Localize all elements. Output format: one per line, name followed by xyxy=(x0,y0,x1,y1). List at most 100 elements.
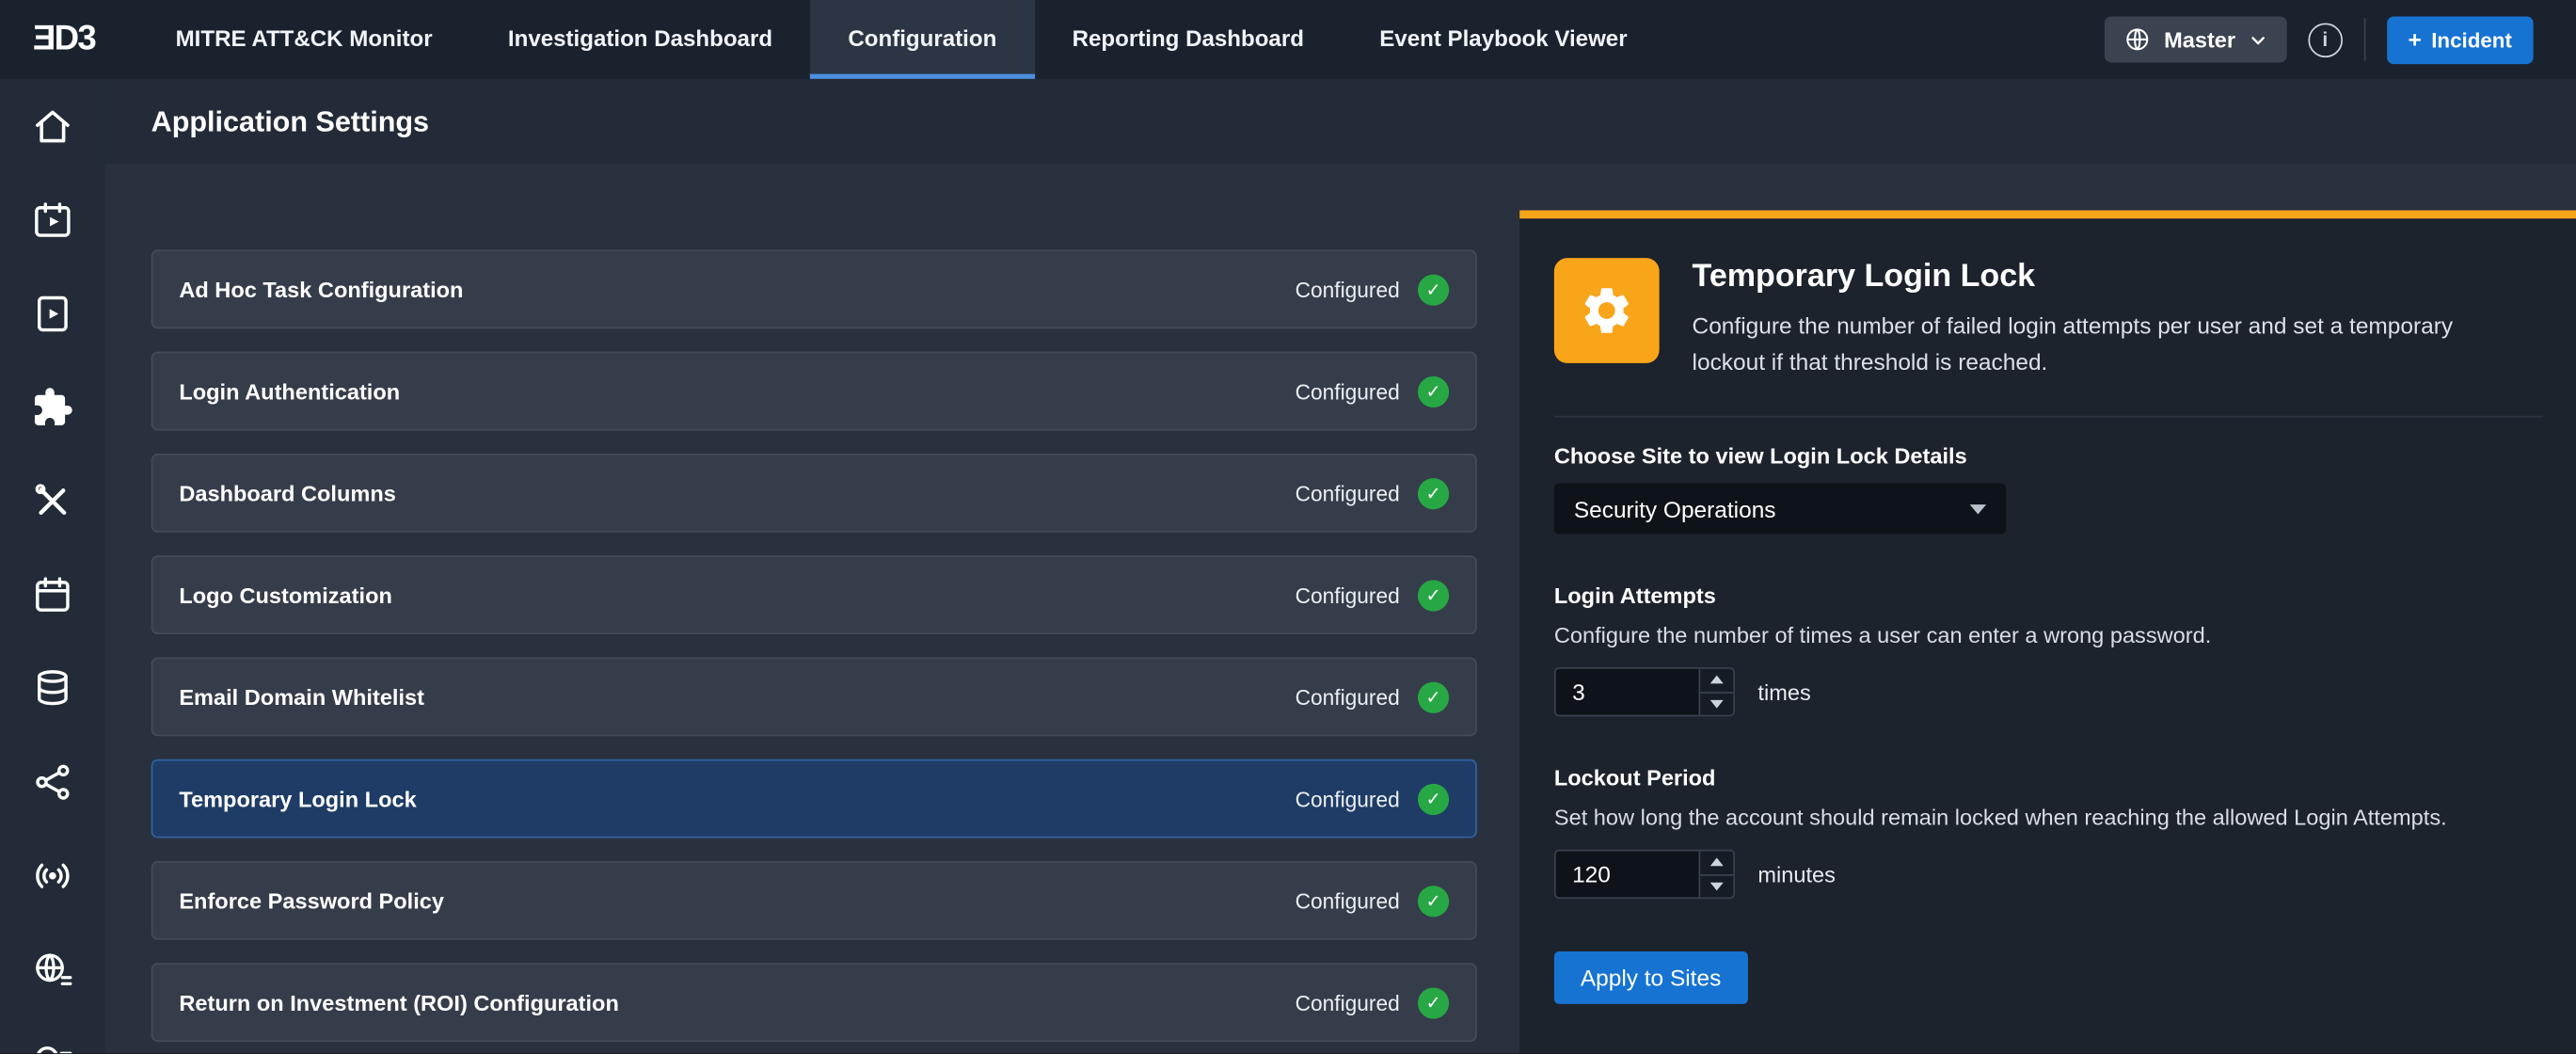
settings-row[interactable]: Email Domain Whitelist Configured xyxy=(151,657,1477,736)
apply-to-sites-button[interactable]: Apply to Sites xyxy=(1554,951,1747,1004)
lockout-period-input[interactable] xyxy=(1556,852,1699,898)
login-attempts-help: Configure the number of times a user can… xyxy=(1554,623,2543,647)
login-attempts-input[interactable] xyxy=(1556,669,1699,715)
spinner-down-icon[interactable] xyxy=(1700,873,1733,897)
configured-check-icon xyxy=(1418,477,1449,508)
details-panel: Temporary Login Lock Configure the numbe… xyxy=(1519,211,2576,1054)
sidebar-item-network[interactable] xyxy=(0,735,105,829)
details-header: Temporary Login Lock Configure the numbe… xyxy=(1554,258,2543,418)
login-attempts-label: Login Attempts xyxy=(1554,583,2543,608)
setting-row-status: Configured xyxy=(1296,684,1400,709)
settings-row[interactable]: Temporary Login Lock Configured xyxy=(151,759,1477,838)
configured-check-icon xyxy=(1418,987,1449,1018)
left-sidebar xyxy=(0,79,105,1054)
configured-check-icon xyxy=(1418,681,1449,712)
page-header: Application Settings xyxy=(105,79,2576,165)
setting-row-label: Logo Customization xyxy=(179,583,392,607)
lockout-period-group: minutes xyxy=(1554,850,2543,899)
app-window: ƎD3 MITRE ATT&CK Monitor Investigation D… xyxy=(0,0,2576,1054)
top-navbar: ƎD3 MITRE ATT&CK Monitor Investigation D… xyxy=(0,0,2576,79)
setting-icon-tile xyxy=(1554,258,1660,363)
details-description: Configure the number of failed login att… xyxy=(1693,308,2478,380)
spinner-up-icon[interactable] xyxy=(1700,852,1733,874)
content-area: Ad Hoc Task Configuration Configured Log… xyxy=(105,165,2576,1054)
setting-row-status: Configured xyxy=(1296,888,1400,913)
setting-row-status-wrap: Configured xyxy=(1296,375,1449,407)
configured-check-icon xyxy=(1418,375,1449,407)
setting-row-status-wrap: Configured xyxy=(1296,783,1449,814)
page-title: Application Settings xyxy=(151,104,429,139)
details-title-block: Temporary Login Lock Configure the numbe… xyxy=(1693,258,2478,380)
partial-bottom-icon xyxy=(31,1041,73,1054)
settings-row[interactable]: Dashboard Columns Configured xyxy=(151,454,1477,533)
configured-check-icon xyxy=(1418,783,1449,814)
tab-reporting-dashboard[interactable]: Reporting Dashboard xyxy=(1034,0,1342,79)
settings-row[interactable]: Enforce Password Policy Configured xyxy=(151,861,1477,940)
configured-check-icon xyxy=(1418,885,1449,916)
video-file-icon xyxy=(31,292,73,334)
top-nav-tabs: MITRE ATT&CK Monitor Investigation Dashb… xyxy=(137,0,1664,79)
setting-row-status: Configured xyxy=(1296,583,1400,607)
database-icon xyxy=(31,666,73,709)
topbar-divider xyxy=(2363,18,2365,60)
lockout-period-spinner xyxy=(1699,852,1734,898)
sidebar-item-broadcast[interactable] xyxy=(0,828,105,922)
topbar-right-cluster: Master Incident xyxy=(2105,16,2533,64)
new-incident-button[interactable]: Incident xyxy=(2387,16,2534,64)
lockout-period-help: Set how long the account should remain l… xyxy=(1554,806,2543,830)
setting-row-status-wrap: Configured xyxy=(1296,274,1449,305)
setting-row-status: Configured xyxy=(1296,990,1400,1014)
tab-configuration[interactable]: Configuration xyxy=(810,0,1034,79)
tab-investigation-dashboard[interactable]: Investigation Dashboard xyxy=(470,0,810,79)
lockout-period-label: Lockout Period xyxy=(1554,766,2543,790)
select-caret-icon xyxy=(1970,504,1986,514)
sidebar-item-partial[interactable] xyxy=(0,1015,105,1054)
sidebar-item-video-file[interactable] xyxy=(0,266,105,360)
spinner-up-icon[interactable] xyxy=(1700,669,1733,692)
globe-icon xyxy=(2124,26,2151,53)
details-title: Temporary Login Lock xyxy=(1693,258,2478,295)
calendar-icon xyxy=(31,573,73,615)
site-select-label: Choose Site to view Login Lock Details xyxy=(1554,444,2543,469)
settings-row[interactable]: Return on Investment (ROI) Configuration… xyxy=(151,963,1477,1042)
gear-icon xyxy=(1579,282,1634,338)
lockout-period-unit: minutes xyxy=(1757,862,1836,886)
setting-row-label: Return on Investment (ROI) Configuration xyxy=(179,990,619,1014)
setting-row-status: Configured xyxy=(1296,277,1400,301)
info-icon[interactable] xyxy=(2308,23,2343,57)
sidebar-item-schedule[interactable] xyxy=(0,172,105,266)
sidebar-item-tools[interactable] xyxy=(0,454,105,548)
setting-row-status-wrap: Configured xyxy=(1296,885,1449,916)
site-select-value: Security Operations xyxy=(1574,496,1776,522)
sidebar-item-home[interactable] xyxy=(0,79,105,173)
settings-row[interactable]: Logo Customization Configured xyxy=(151,555,1477,634)
login-attempts-stepper xyxy=(1554,667,1735,716)
schedule-video-icon xyxy=(31,198,73,240)
main-area: Application Settings Ad Hoc Task Configu… xyxy=(105,79,2576,1054)
setting-row-status: Configured xyxy=(1296,787,1400,811)
tab-mitre-attack-monitor[interactable]: MITRE ATT&CK Monitor xyxy=(137,0,469,79)
globe-report-icon xyxy=(31,948,73,990)
login-attempts-group: times xyxy=(1554,667,2543,716)
d3-logo[interactable]: ƎD3 xyxy=(33,20,95,59)
sidebar-item-calendar[interactable] xyxy=(0,547,105,641)
sidebar-item-database[interactable] xyxy=(0,641,105,735)
settings-row[interactable]: Login Authentication Configured xyxy=(151,352,1477,431)
sidebar-item-globe-report[interactable] xyxy=(0,922,105,1016)
home-icon xyxy=(31,104,73,147)
setting-row-label: Dashboard Columns xyxy=(179,481,396,505)
chevron-down-icon xyxy=(2249,30,2266,48)
setting-row-status: Configured xyxy=(1296,378,1400,403)
sidebar-item-integrations[interactable] xyxy=(0,359,105,454)
setting-row-status-wrap: Configured xyxy=(1296,580,1449,611)
configured-check-icon xyxy=(1418,274,1449,305)
tab-event-playbook-viewer[interactable]: Event Playbook Viewer xyxy=(1342,0,1665,79)
setting-row-status-wrap: Configured xyxy=(1296,477,1449,508)
configured-check-icon xyxy=(1418,580,1449,611)
plus-icon xyxy=(2408,28,2421,51)
setting-row-label: Login Authentication xyxy=(179,378,400,403)
spinner-down-icon[interactable] xyxy=(1700,692,1733,715)
site-select[interactable]: Security Operations xyxy=(1554,484,2006,535)
master-site-dropdown[interactable]: Master xyxy=(2105,16,2286,62)
settings-row[interactable]: Ad Hoc Task Configuration Configured xyxy=(151,249,1477,328)
